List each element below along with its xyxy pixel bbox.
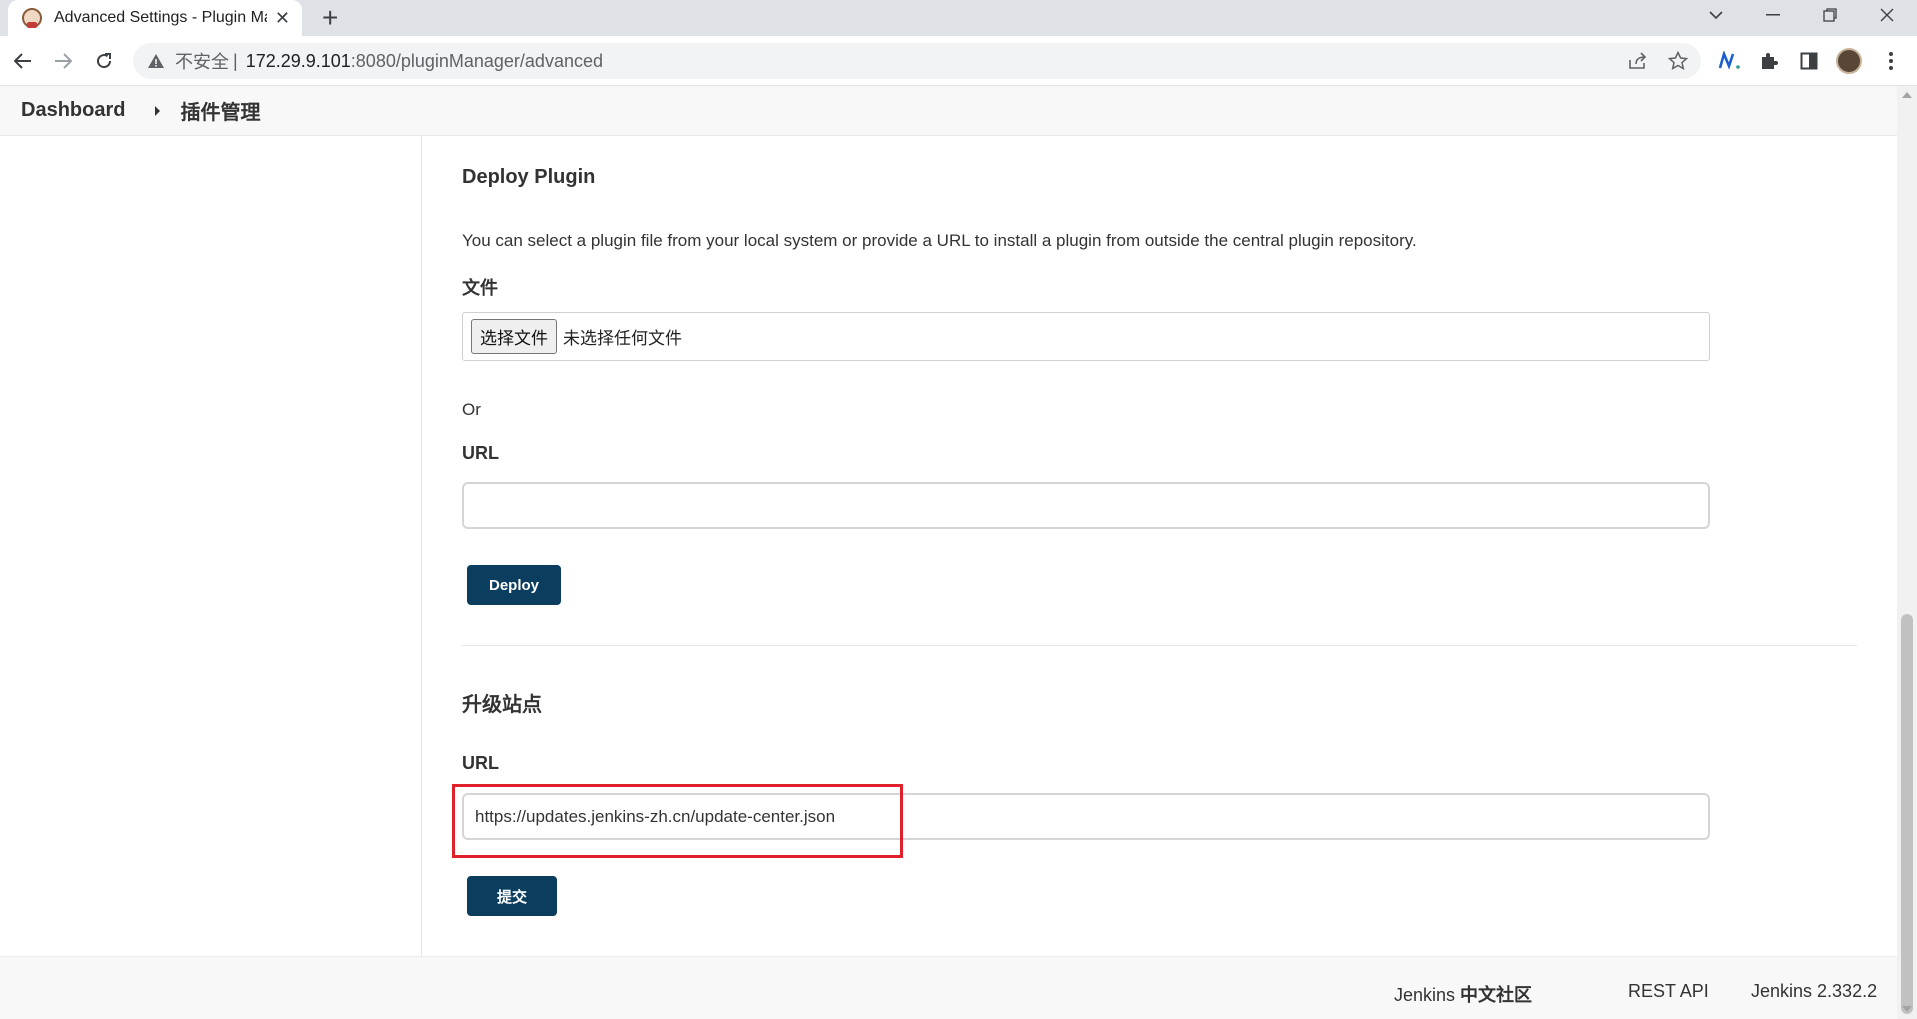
- breadcrumb-plugin-manager[interactable]: 插件管理: [180, 96, 260, 125]
- footer-rest-api-link[interactable]: REST API: [1628, 981, 1709, 1002]
- restore-icon[interactable]: [1802, 0, 1858, 30]
- page-scrollbar[interactable]: [1897, 86, 1917, 1019]
- side-panel: [0, 136, 422, 956]
- browser-tab[interactable]: Advanced Settings - Plugin Ma ✕: [8, 0, 302, 36]
- share-icon[interactable]: [1628, 43, 1648, 79]
- section-divider: [462, 645, 1857, 646]
- forward-icon[interactable]: [48, 46, 78, 76]
- side-panel-icon[interactable]: [1796, 48, 1822, 74]
- breadcrumb: Dashboard 插件管理: [0, 86, 1897, 136]
- tab-title: Advanced Settings - Plugin Ma: [54, 9, 267, 26]
- deploy-url-label: URL: [462, 443, 499, 463]
- or-text: Or: [462, 400, 481, 419]
- extension-n-icon[interactable]: [1717, 48, 1743, 74]
- deploy-plugin-title: Deploy Plugin: [462, 166, 596, 188]
- scroll-up-icon[interactable]: [1902, 92, 1912, 98]
- minimize-icon[interactable]: [1745, 0, 1801, 30]
- profile-avatar[interactable]: [1836, 48, 1862, 74]
- jenkins-favicon-icon: [22, 8, 42, 28]
- deploy-button[interactable]: Deploy: [467, 565, 561, 605]
- choose-file-button[interactable]: 选择文件: [471, 319, 557, 354]
- deploy-url-input[interactable]: [462, 482, 1710, 529]
- new-tab-button[interactable]: +: [322, 2, 338, 34]
- insecure-label: 不安全: [175, 52, 229, 72]
- url-separator: |: [233, 50, 238, 71]
- address-bar[interactable]: 不安全 | 172.29.9.101 :8080/pluginManager/a…: [133, 43, 1701, 79]
- file-label: 文件: [462, 278, 498, 298]
- browser-toolbar: 不安全 | 172.29.9.101 :8080/pluginManager/a…: [0, 36, 1917, 86]
- warning-icon: [148, 54, 164, 68]
- extensions-puzzle-icon[interactable]: [1756, 48, 1782, 74]
- update-site-url-label: URL: [462, 753, 499, 773]
- close-window-icon[interactable]: [1859, 0, 1915, 30]
- deploy-plugin-description: You can select a plugin file from your l…: [462, 231, 1417, 250]
- footer-version-link[interactable]: Jenkins 2.332.2: [1751, 981, 1877, 1002]
- tab-close-icon[interactable]: ✕: [275, 8, 290, 29]
- scrollbar-thumb[interactable]: [1901, 614, 1913, 1014]
- url-host: 172.29.9.101: [245, 50, 351, 71]
- browser-tab-strip: Advanced Settings - Plugin Ma ✕ +: [0, 0, 1917, 36]
- scroll-down-icon[interactable]: [1902, 1006, 1912, 1012]
- update-site-url-input[interactable]: [462, 793, 1710, 840]
- page-footer: Jenkins 中文社区 REST API Jenkins 2.332.2: [0, 956, 1897, 1019]
- bookmark-star-icon[interactable]: [1668, 43, 1688, 79]
- avatar-image: [1836, 48, 1862, 74]
- tab-search-icon[interactable]: [1688, 0, 1744, 30]
- footer-community-bold: 中文社区: [1460, 985, 1533, 1005]
- file-input[interactable]: 选择文件 未选择任何文件: [462, 312, 1710, 361]
- footer-community-prefix: Jenkins: [1394, 985, 1461, 1005]
- url-path: :8080/pluginManager/advanced: [350, 50, 603, 71]
- browser-menu-icon[interactable]: [1878, 48, 1904, 74]
- reload-icon[interactable]: [89, 46, 119, 76]
- breadcrumb-chevron-icon[interactable]: [155, 105, 161, 116]
- footer-community-link[interactable]: Jenkins 中文社区: [1394, 981, 1532, 1007]
- no-file-chosen-text: 未选择任何文件: [563, 329, 682, 349]
- breadcrumb-dashboard[interactable]: Dashboard: [21, 99, 125, 122]
- back-icon[interactable]: [8, 46, 38, 76]
- update-site-title: 升级站点: [462, 694, 542, 716]
- submit-button[interactable]: 提交: [467, 876, 557, 916]
